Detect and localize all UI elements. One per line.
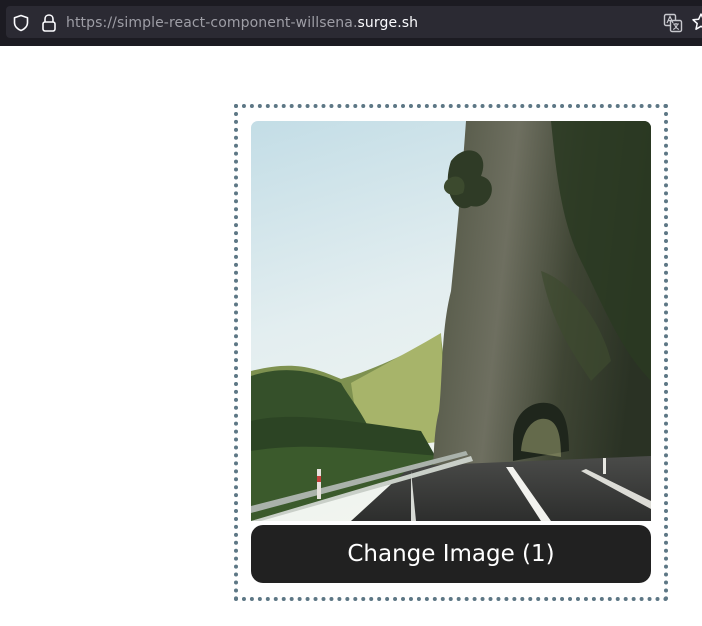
url-prefix: https://simple-react-component-willsena.	[66, 15, 358, 31]
lock-icon[interactable]	[40, 13, 58, 33]
url-text[interactable]: https://simple-react-component-willsena.…	[66, 13, 418, 33]
shield-icon[interactable]	[12, 14, 30, 32]
change-image-button[interactable]: Change Image (1)	[251, 525, 651, 583]
browser-toolbar: https://simple-react-component-willsena.…	[0, 0, 702, 46]
translate-icon[interactable]	[663, 13, 683, 33]
url-domain: surge.sh	[357, 15, 419, 31]
star-icon[interactable]	[691, 12, 702, 32]
road-tunnel-photo	[251, 121, 651, 521]
